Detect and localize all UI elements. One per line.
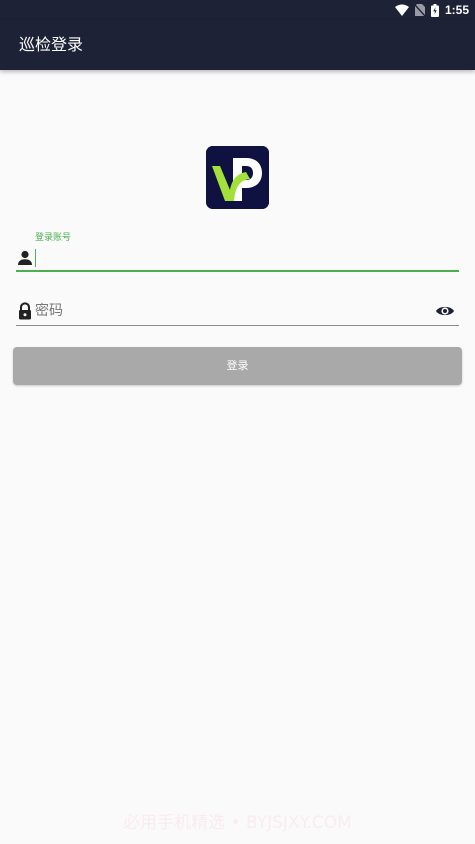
no-sim-icon (414, 4, 425, 16)
app-bar: 巡检登录 (0, 20, 475, 70)
status-icons: 1:55 (394, 2, 469, 18)
person-icon (18, 250, 32, 265)
login-screen: 1:55 巡检登录 登录账号 密码 登录 必用手机精选 • BYJSJXY.CO… (0, 0, 475, 844)
login-button[interactable]: 登录 (13, 347, 462, 385)
watermark: 必用手机精选 • BYJSJXY.COM (123, 813, 352, 833)
text-cursor (35, 249, 36, 267)
account-underline (16, 270, 459, 272)
vp-logo-icon (206, 146, 269, 209)
account-field[interactable]: 登录账号 (16, 230, 459, 272)
status-bar: 1:55 (0, 0, 475, 20)
page-title: 巡检登录 (19, 35, 84, 54)
password-underline (16, 325, 459, 326)
lock-icon (19, 302, 31, 320)
wifi-icon (394, 4, 409, 16)
app-logo (206, 146, 269, 209)
status-time: 1:55 (444, 3, 469, 17)
password-placeholder: 密码 (35, 303, 63, 319)
eye-icon[interactable] (435, 302, 455, 320)
battery-charging-icon (430, 3, 439, 17)
password-field[interactable]: 密码 (16, 296, 459, 326)
account-label: 登录账号 (35, 233, 72, 243)
